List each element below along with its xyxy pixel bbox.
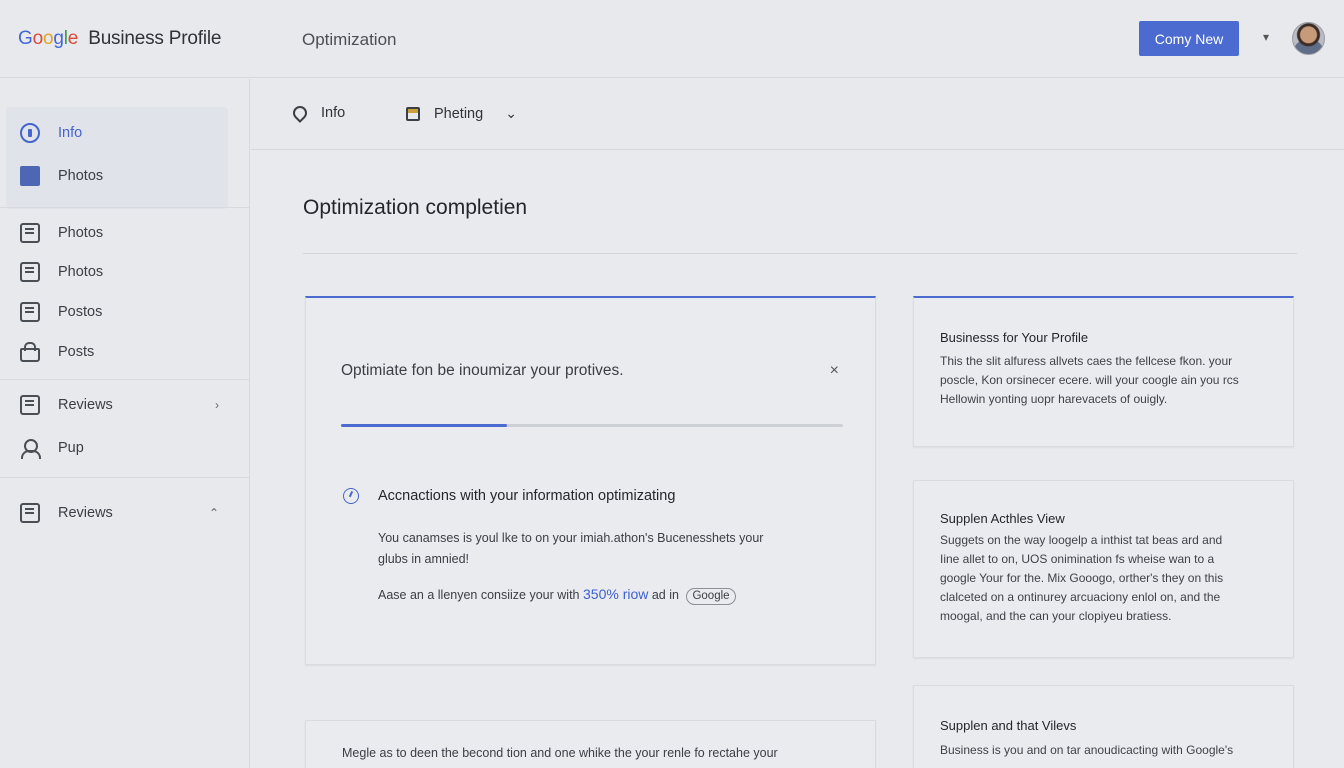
brand-product-name: Business Profile [88,28,222,49]
location-pin-icon [290,103,310,123]
action-description-line: glubs in amnied! [378,552,470,566]
sidebar-item-label: Reviews [58,505,113,521]
tab-info-label: Info [321,105,346,121]
bottom-card-text: Megle as to deen the becond tion and one… [342,746,778,760]
sidebar-item-label: Photos [58,225,104,241]
review-icon [20,503,40,523]
sidebar-item-label: Info [58,125,83,141]
account-menu-caret-icon[interactable]: ▾ [1263,30,1269,44]
sidebar-item-label: Posts [58,344,95,360]
tab-info[interactable]: Info [290,103,346,123]
sidebar-item-reviews-2[interactable]: Reviews ⌃ [20,500,225,526]
tab-photos[interactable]: Pheting ⌄ [406,105,517,122]
tab-bar: Info Pheting ⌄ [251,79,1344,150]
user-avatar[interactable] [1292,22,1325,55]
action-heading: Accnactions with your information optimi… [378,488,676,504]
progress-bar-fill [341,424,507,427]
chevron-down-icon[interactable]: ⌄ [505,105,517,122]
side-card-line: poscle, Kon orsinecer ecere. will your c… [940,373,1239,387]
stat-mid: ad in [651,588,679,602]
sidebar-item-postos[interactable]: Postos [20,299,225,325]
sidebar-item-label: Reviews [58,397,113,413]
review-icon [20,395,40,415]
photo-icon [20,166,40,186]
brand-google-wordmark: Google [18,28,79,49]
side-card-line: google Your for the. Mix Gooogo, orther'… [940,571,1224,585]
brand-logo[interactable]: Google Business Profile [18,28,221,50]
sidebar-item-photos-2[interactable]: Photos [20,220,225,246]
page-header-title: Optimization [302,30,397,49]
side-card-body: Suggets on the way loogelp a inthist tat… [940,531,1270,626]
side-card-line: Hellowin yonting uopr harevacets of ouig… [940,392,1168,406]
side-card-line: This the slit alfuress allvets caes the … [940,354,1233,368]
side-card-title: Businesss for Your Profile [940,330,1089,345]
clock-icon [343,488,359,504]
sidebar-item-label: Photos [58,168,104,184]
section-title: Optimization completien [303,196,528,219]
sidebar-item-info[interactable]: Info [20,120,225,146]
bottom-card: Megle as to deen the becond tion and one… [305,720,876,768]
chevron-right-icon: › [215,398,219,412]
side-card-body: Business is you and on tar anoudicacting… [940,741,1270,760]
tab-photos-label: Pheting [434,105,484,122]
side-card-line: moogal, and the can your clopiyeu bratie… [940,609,1172,623]
stat-prefix: Aase an a llenyen consiize your with [378,588,580,602]
sidebar-item-photos[interactable]: Photos [20,163,225,189]
chevron-up-icon[interactable]: ⌃ [209,506,219,520]
side-card-line: Iine allet to on, UOS onimination fs whe… [940,552,1215,566]
sidebar-item-label: Postos [58,304,103,320]
action-heading-row: Accnactions with your information optimi… [343,488,675,504]
image-icon [20,262,40,282]
primary-action-button[interactable]: Comy New [1139,21,1239,56]
sidebar-divider [0,477,250,478]
optimization-prompt: Optimiate fon be inoumizar your protives… [341,362,624,379]
sidebar-divider [0,379,250,380]
sidebar: Info Photos Photos Photos Postos Posts R… [0,79,250,768]
section-divider [303,253,1297,254]
info-icon [20,123,40,143]
lock-icon [20,342,40,362]
side-card-views: Supplen and that Vilevs Business is you … [913,685,1294,768]
side-card-line: Suggets on the way loogelp a inthist tat… [940,533,1223,547]
person-icon [20,438,41,459]
sidebar-item-photos-3[interactable]: Photos [20,259,225,285]
stat-highlight: 350% riow [583,586,649,602]
sidebar-item-reviews[interactable]: Reviews › [20,392,225,418]
sidebar-divider [0,207,250,208]
progress-bar [341,424,843,427]
document-icon [20,223,40,243]
action-description-line: You canamses is youl lke to on your imia… [378,531,764,545]
side-card-title: Supplen Acthles View [940,511,1065,526]
action-stat-line: Aase an a llenyen consiize your with 350… [378,584,736,606]
action-description: You canamses is youl lke to on your imia… [378,528,848,570]
optimization-card: Optimiate fon be inoumizar your protives… [305,296,876,665]
side-card-title: Supplen and that Vilevs [940,718,1077,733]
sidebar-item-pup[interactable]: Pup [20,435,225,461]
google-chip[interactable]: Google [686,588,736,605]
close-icon[interactable]: × [830,362,839,380]
side-card-line: Business is you and on tar anoudicacting… [940,743,1234,757]
side-card-business: Businesss for Your Profile This the slit… [913,296,1294,447]
post-icon [20,302,40,322]
top-header: Google Business Profile Optimization Com… [0,0,1344,78]
sidebar-item-label: Pup [58,440,84,456]
calendar-icon [406,106,420,121]
side-card-suggestions: Supplen Acthles View Suggets on the way … [913,480,1294,658]
sidebar-item-posts[interactable]: Posts [20,339,225,365]
side-card-body: This the slit alfuress allvets caes the … [940,352,1270,409]
side-card-line: clalceted on a ontinurey arcuaciony enlo… [940,590,1221,604]
sidebar-item-label: Photos [58,264,104,280]
